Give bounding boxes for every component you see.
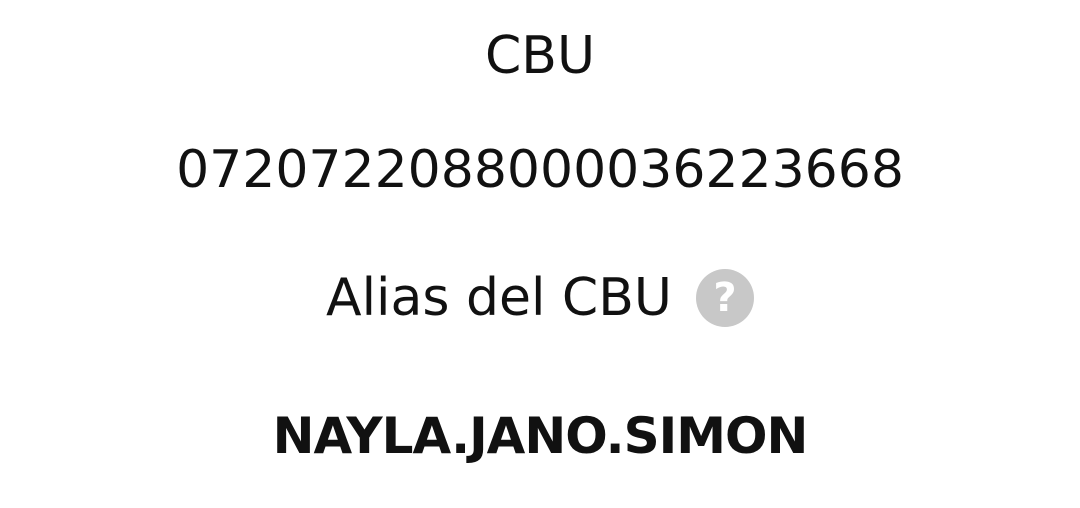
alias-value: NAYLA.JANO.SIMON — [272, 407, 809, 465]
cbu-number: 0720722088000036223668 — [176, 140, 904, 200]
alias-label: Alias del CBU — [326, 268, 672, 328]
help-icon[interactable]: ? — [695, 269, 754, 327]
alias-label-row: Alias del CBU ? — [0, 264, 1080, 332]
cbu-label: CBU — [484, 26, 596, 86]
